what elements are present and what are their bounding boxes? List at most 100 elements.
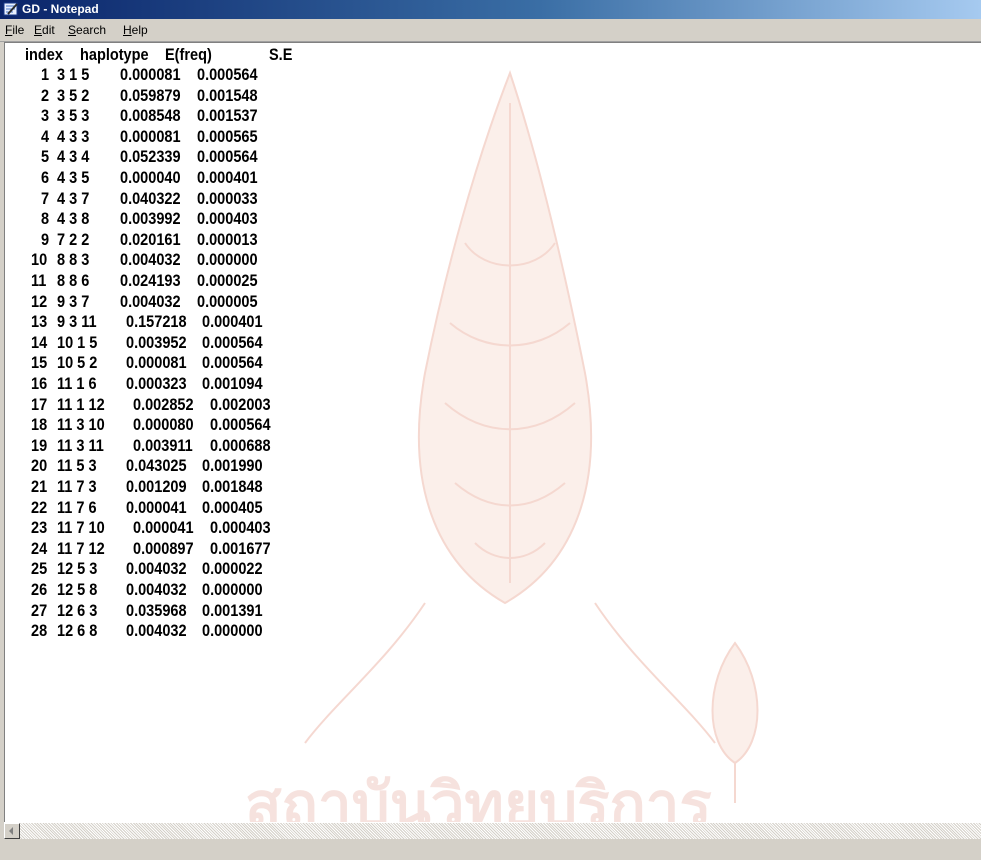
row-efreq: 0.001209	[126, 478, 187, 496]
row-se: 0.000000	[197, 251, 258, 270]
row-index: 13	[31, 313, 48, 332]
row-se: 0.000564	[202, 354, 263, 373]
header-index: index	[25, 46, 63, 64]
header-haplotype: haplotype	[80, 46, 149, 64]
row-haplotype: 4 3 3	[57, 127, 90, 146]
row-efreq: 0.000080	[133, 416, 194, 435]
row-se: 0.000022	[202, 560, 263, 579]
row-se: 0.000005	[197, 292, 258, 311]
row-efreq: 0.003952	[126, 333, 187, 352]
row-index: 11	[31, 272, 47, 290]
row-se: 0.000688	[210, 436, 271, 455]
data-table: index haplotype E(freq) S.E 1 3 1 5 0.000081 0.…	[5, 43, 981, 823]
window-title: GD - Notepad	[22, 2, 99, 16]
row-efreq: 0.000041	[133, 519, 194, 538]
row-index: 5	[41, 148, 50, 167]
row-haplotype: 9 3 11	[57, 313, 97, 332]
menu-bar: File Edit Search Help	[0, 19, 981, 42]
row-haplotype: 11 3 11	[57, 436, 104, 455]
row-efreq: 0.004032	[126, 560, 187, 579]
row-index: 3	[41, 107, 50, 126]
row-index: 14	[31, 333, 48, 352]
row-index: 10	[31, 251, 48, 270]
row-index: 27	[31, 601, 48, 620]
row-efreq: 0.043025	[126, 457, 187, 476]
row-haplotype: 11 7 12	[57, 539, 105, 558]
row-haplotype: 12 5 8	[57, 581, 98, 599]
row-index: 6	[41, 169, 50, 187]
row-efreq: 0.008548	[120, 107, 181, 126]
row-haplotype: 11 1 12	[57, 395, 105, 414]
row-efreq: 0.000081	[120, 127, 181, 146]
text-area[interactable]: สถาบันวิทยบริการ index haplotype E(freq) S.…	[4, 42, 981, 823]
row-se: 0.000000	[202, 622, 263, 641]
row-index: 8	[41, 210, 50, 229]
menu-help[interactable]: Help	[123, 23, 148, 37]
row-efreq: 0.052339	[120, 148, 181, 167]
menu-search[interactable]: Search	[68, 23, 106, 37]
row-haplotype: 4 3 4	[57, 148, 90, 167]
row-haplotype: 11 3 10	[57, 416, 105, 435]
row-haplotype: 7 2 2	[57, 230, 90, 249]
row-efreq: 0.004032	[126, 622, 187, 641]
row-haplotype: 11 1 6	[57, 375, 97, 393]
row-efreq: 0.004032	[120, 292, 181, 311]
row-se: 0.000564	[202, 333, 263, 352]
notepad-icon	[3, 2, 18, 16]
row-index: 24	[31, 539, 48, 558]
row-efreq: 0.040322	[120, 189, 181, 208]
row-haplotype: 11 7 3	[57, 478, 97, 496]
row-haplotype: 11 7 6	[57, 498, 97, 517]
row-haplotype: 4 3 5	[57, 169, 90, 187]
row-se: 0.000013	[197, 230, 258, 249]
row-efreq: 0.000323	[126, 375, 187, 393]
row-haplotype: 8 8 6	[57, 272, 90, 290]
row-index: 2	[41, 86, 50, 105]
row-index: 9	[41, 230, 50, 249]
row-efreq: 0.003911	[133, 436, 193, 455]
row-index: 22	[31, 498, 48, 517]
row-se: 0.000565	[197, 127, 258, 146]
menu-file[interactable]: File	[5, 23, 24, 37]
row-haplotype: 3 5 3	[57, 107, 90, 126]
row-index: 16	[31, 375, 48, 393]
row-se: 0.000033	[197, 189, 258, 208]
row-se: 0.001848	[202, 478, 263, 496]
header-se: S.E	[269, 46, 293, 64]
row-index: 15	[31, 354, 48, 373]
row-haplotype: 12 5 3	[57, 560, 98, 579]
row-efreq: 0.020161	[120, 230, 181, 249]
row-haplotype: 8 8 3	[57, 251, 90, 270]
row-haplotype: 12 6 8	[57, 622, 98, 641]
row-se: 0.001391	[202, 601, 263, 620]
row-haplotype: 3 1 5	[57, 66, 90, 84]
row-index: 12	[31, 292, 48, 311]
row-efreq: 0.059879	[120, 86, 181, 105]
row-efreq: 0.000040	[120, 169, 181, 187]
title-bar[interactable]: GD - Notepad	[0, 0, 981, 19]
row-se: 0.001677	[210, 539, 271, 558]
row-se: 0.000403	[197, 210, 258, 229]
row-haplotype: 3 5 2	[57, 86, 90, 105]
row-index: 20	[31, 457, 48, 476]
row-index: 1	[41, 66, 50, 84]
row-haplotype: 10 5 2	[57, 354, 98, 373]
scroll-left-button[interactable]	[4, 823, 20, 839]
row-index: 25	[31, 560, 48, 579]
row-se: 0.001094	[202, 375, 263, 393]
row-haplotype: 11 7 10	[57, 519, 105, 538]
row-se: 0.001548	[197, 86, 258, 105]
header-efreq: E(freq)	[165, 46, 212, 64]
row-index: 23	[31, 519, 48, 538]
menu-edit[interactable]: Edit	[34, 23, 55, 37]
horizontal-scrollbar[interactable]	[4, 822, 981, 840]
row-se: 0.000401	[197, 169, 258, 187]
row-se: 0.000405	[202, 498, 263, 517]
row-se: 0.000401	[202, 313, 263, 332]
row-index: 26	[31, 581, 48, 599]
row-se: 0.000403	[210, 519, 271, 538]
row-efreq: 0.000897	[133, 539, 194, 558]
row-efreq: 0.000041	[126, 498, 187, 517]
row-efreq: 0.002852	[133, 395, 194, 414]
row-se: 0.001537	[197, 107, 258, 126]
